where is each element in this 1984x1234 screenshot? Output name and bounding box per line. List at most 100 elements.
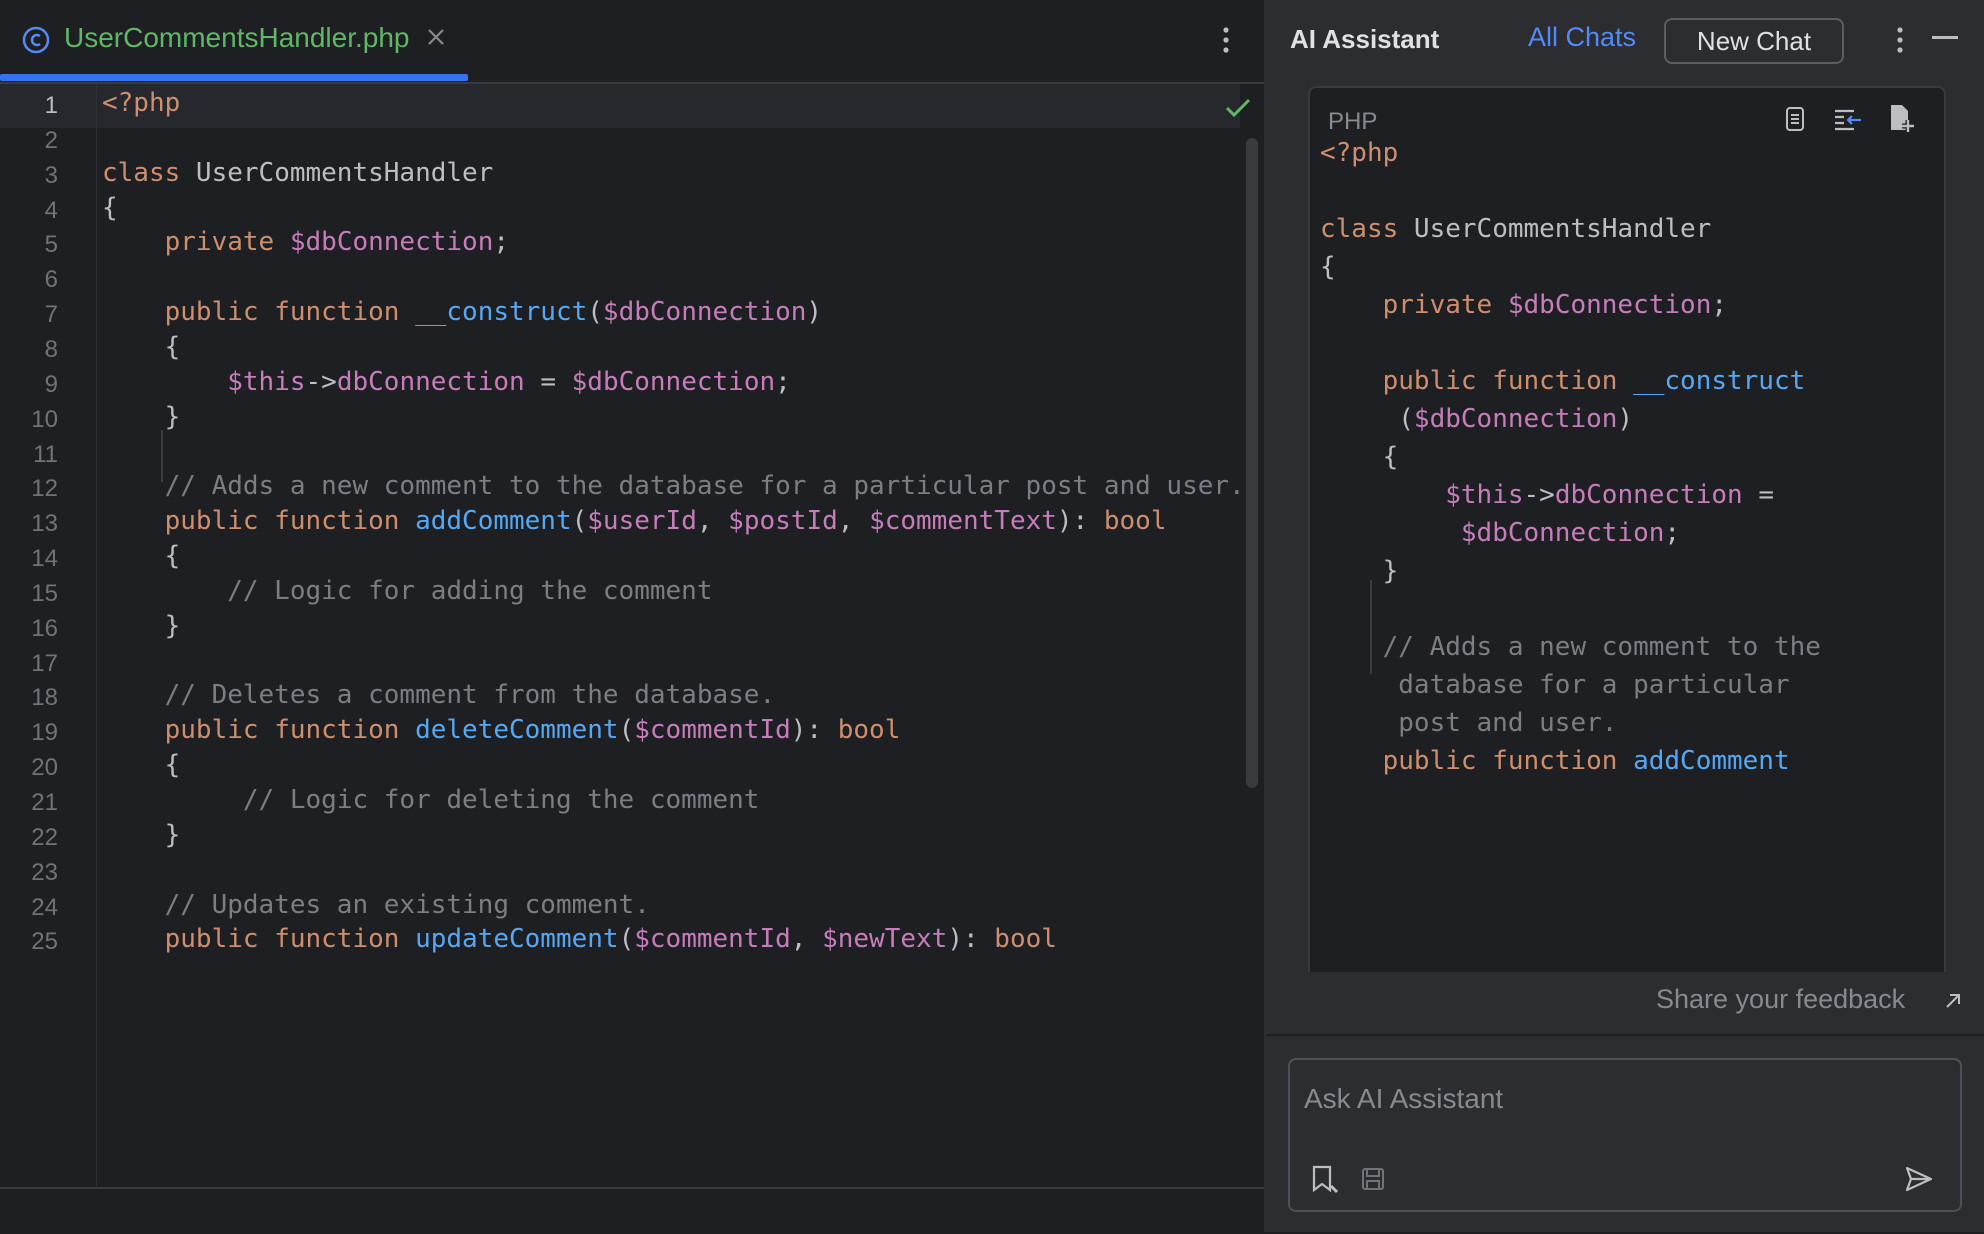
code-line: public function addComment($userId, $pos… — [102, 506, 1167, 536]
file-tab[interactable]: UserCommentsHandler.php — [0, 0, 468, 82]
code-line: } — [102, 819, 181, 850]
no-problems-check-icon[interactable] — [1224, 96, 1252, 120]
code-line: // Logic for deleting the comment — [102, 785, 760, 815]
code-token: $commentText — [869, 506, 1057, 537]
code-token: // Adds a new comment to the database fo… — [102, 471, 1240, 502]
code-token: // Logic for deleting the comment — [102, 785, 760, 815]
code-token: class — [1320, 214, 1414, 244]
code-token: bool — [1103, 506, 1167, 537]
code-line: public function __construct($dbConnectio… — [102, 297, 822, 327]
code-token: $commentId — [634, 924, 791, 955]
line-number: 5 — [44, 231, 58, 259]
ai-code-line: { — [1320, 252, 1336, 282]
code-token: { — [102, 331, 181, 362]
editor-bottom-bar — [0, 1187, 1264, 1234]
code-token: { — [102, 541, 181, 572]
ai-code-line: private $dbConnection; — [1320, 290, 1727, 320]
line-number: 21 — [31, 789, 58, 816]
code-language-label: PHP — [1328, 108, 1378, 135]
code-token: private — [164, 227, 290, 258]
code-line: } — [102, 402, 181, 432]
save-icon[interactable] — [1360, 1166, 1386, 1192]
ai-code-line: database for a particular — [1320, 670, 1790, 700]
code-token: dbConnection — [1554, 480, 1743, 510]
code-token: ( — [571, 506, 588, 537]
send-icon[interactable] — [1904, 1164, 1934, 1194]
line-number: 18 — [31, 684, 58, 712]
code-token: $dbConnection — [602, 297, 807, 328]
more-options-icon[interactable] — [1212, 22, 1240, 58]
indent-guide — [161, 430, 163, 482]
minimize-icon[interactable] — [1932, 36, 1958, 40]
code-token: updateComment — [415, 924, 619, 955]
ask-ai-input[interactable] — [1302, 1068, 1946, 1130]
all-chats-link[interactable]: All Chats — [1528, 22, 1636, 53]
code-token: bool — [837, 715, 901, 746]
code-token: deleteComment — [415, 715, 619, 746]
line-number: 13 — [31, 510, 58, 538]
prompt-library-icon[interactable] — [1310, 1164, 1340, 1196]
editor-scrollbar[interactable] — [1246, 138, 1258, 788]
line-number: 10 — [31, 405, 58, 433]
code-line: // Updates an existing comment. — [102, 890, 650, 920]
share-feedback-link[interactable]: Share your feedback — [1656, 984, 1905, 1015]
code-token: public function — [164, 506, 416, 537]
line-number: 22 — [31, 823, 58, 851]
chat-input-box[interactable] — [1288, 1058, 1962, 1212]
code-token: ; — [493, 227, 510, 258]
code-token: // Logic for adding the comment — [102, 575, 713, 606]
code-token: $dbConnection — [1507, 290, 1712, 320]
line-number: 17 — [31, 649, 58, 677]
code-token: ): — [1056, 506, 1104, 537]
code-token: UserCommentsHandler — [195, 157, 494, 188]
ai-code-line: public function __construct — [1320, 366, 1806, 396]
code-line: <?php — [102, 88, 180, 118]
code-token: <?php — [1320, 138, 1399, 168]
code-area[interactable]: <?php class UserCommentsHandler { private … — [100, 84, 1240, 1186]
external-link-arrow-icon[interactable] — [1944, 992, 1962, 1010]
code-token: ): — [790, 715, 838, 746]
code-editor[interactable]: UserCommentsHandler.php 1 2 3 4 5 6 7 8 9 10 11 12 1… — [0, 0, 1264, 1232]
ai-code-line: ($dbConnection) — [1320, 404, 1633, 434]
code-token: public function — [1382, 746, 1634, 776]
line-number: 1 — [44, 92, 58, 119]
code-line: // Logic for adding the comment — [102, 576, 712, 606]
line-number: 16 — [31, 614, 58, 642]
more-options-icon[interactable] — [1886, 22, 1914, 58]
assistant-header: AI Assistant All Chats New Chat — [1266, 0, 1984, 82]
code-token: ): — [947, 924, 995, 955]
line-number: 15 — [31, 579, 58, 607]
close-icon[interactable] — [425, 26, 447, 48]
insert-at-caret-icon[interactable] — [1832, 104, 1864, 134]
code-token: public function — [164, 297, 416, 328]
code-token: ) — [806, 297, 823, 328]
copy-icon[interactable] — [1780, 104, 1810, 134]
code-token: addComment — [415, 506, 572, 537]
class-icon — [22, 26, 50, 54]
code-token: // Adds a new comment to the — [1320, 632, 1821, 662]
code-line: // Deletes a comment from the database. — [102, 680, 775, 710]
line-number: 6 — [44, 266, 58, 294]
insert-new-file-icon[interactable] — [1886, 102, 1916, 134]
indent-guide — [1370, 580, 1372, 674]
code-token: // Updates an existing comment. — [102, 889, 650, 920]
new-chat-button[interactable]: New Chat — [1664, 18, 1844, 64]
code-token: dbConnection — [336, 366, 525, 397]
editor-tab-bar: UserCommentsHandler.php — [0, 0, 1264, 84]
code-token: } — [102, 819, 181, 850]
code-token: public function — [1382, 366, 1634, 396]
ai-code-line: } — [1320, 556, 1399, 586]
code-token: $commentId — [634, 715, 791, 746]
code-token: $this — [1445, 480, 1524, 510]
ai-code-line: class UserCommentsHandler — [1320, 214, 1711, 244]
code-token: $dbConnection — [289, 227, 494, 258]
code-token: database for a particular — [1320, 670, 1790, 700]
line-number: 8 — [44, 335, 58, 363]
code-line: class UserCommentsHandler — [102, 158, 493, 188]
code-token: UserCommentsHandler — [1413, 214, 1712, 244]
